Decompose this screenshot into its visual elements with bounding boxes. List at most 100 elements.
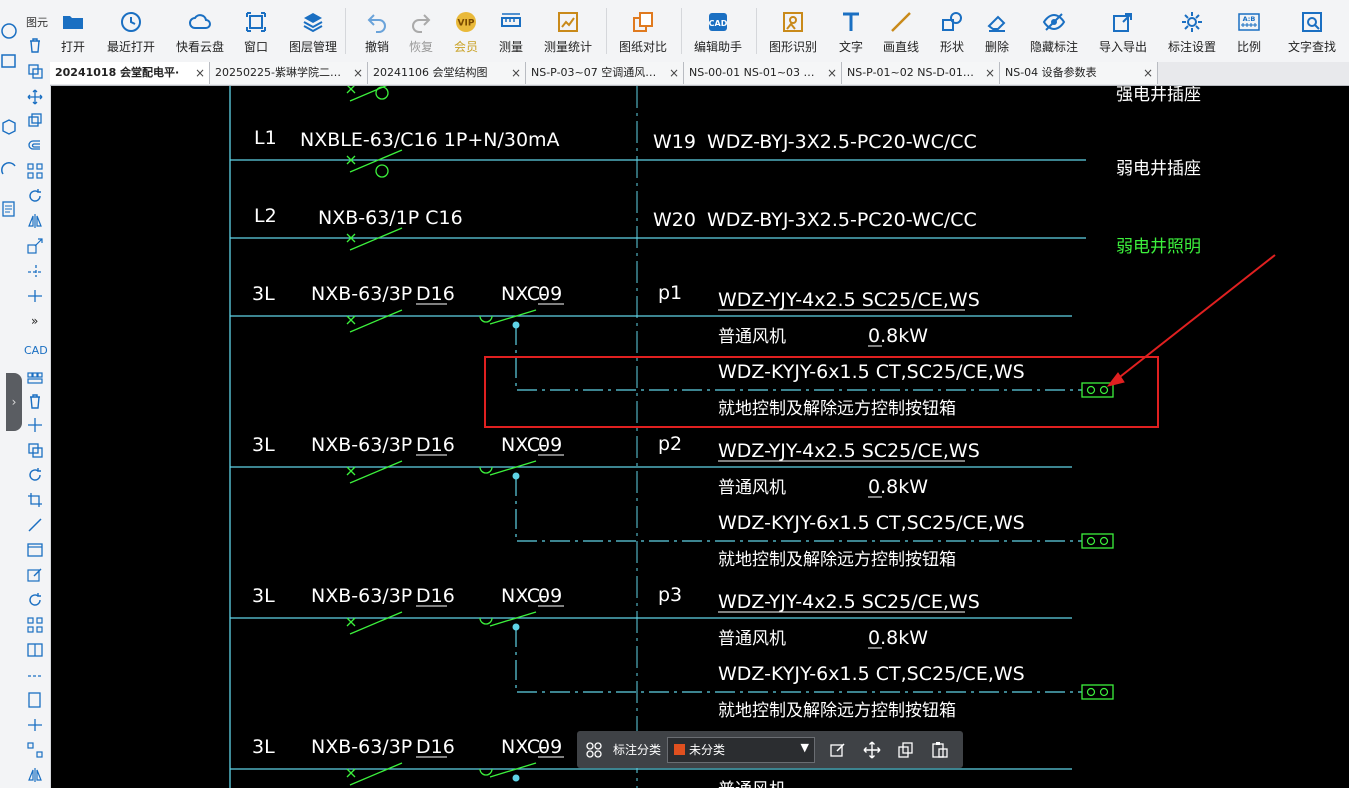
offset-tool-icon[interactable] [26,137,46,155]
copy-icon[interactable] [895,739,917,761]
cad-mirror-icon[interactable] [26,766,46,784]
close-icon[interactable]: × [827,62,837,84]
toolbar-btn-21[interactable]: A:B 比例 [1219,6,1279,58]
toolbar-btn-9[interactable]: 测量 [481,6,541,58]
side-panel-handle[interactable]: › [6,373,22,431]
toolbar-btn-12[interactable]: CAD 编辑助手 [688,6,748,58]
toolbar-btn-10[interactable]: 测量统计 [538,6,598,58]
cad-window-icon[interactable] [26,541,46,559]
rect-tool-icon[interactable] [0,52,20,70]
array-tool-icon[interactable] [26,162,46,180]
control-cable-spec: WDZ-KYJY-6x1.5 CT,SC25/CE,WS [718,663,1025,685]
motor-breaker-blade [349,460,403,484]
vip-badge-icon: VIP [456,12,476,32]
load-text: 普通风机 [718,327,786,347]
toolbar-separator [755,8,757,54]
expand-toggle[interactable]: » [31,314,38,328]
cad-drawing[interactable]: 强电井插座 L1 NXBLE-63/C16 1P+N/30mA W19 WDZ-BYJ-… [51,86,1349,788]
circuit-id: W19 [653,131,696,153]
cad-dashline-icon[interactable] [26,666,46,684]
arc-tool-icon[interactable] [0,160,20,178]
toolbar-btn-2[interactable]: 最近打开 [101,6,161,58]
document-tab[interactable]: 20241018 会堂配电平· × [50,62,210,84]
tab-label: 20241018 会堂配电平· [55,66,180,79]
trim-tool-icon[interactable] [26,262,46,280]
toolbar-btn-22[interactable]: 文字查找 [1282,6,1342,58]
cad-array2-icon[interactable] [26,741,46,759]
cad-page-icon[interactable] [26,691,46,709]
close-icon[interactable]: × [511,62,521,84]
cad-crop-icon[interactable] [26,491,46,509]
annotation-category-label: 标注分类 [613,743,662,757]
close-icon[interactable]: × [1143,62,1153,84]
cube-tool-icon[interactable] [0,118,20,136]
cad-move-icon[interactable] [26,416,46,434]
category-selected-value: 未分类 [689,743,726,757]
breaker-spec: NXB-63/3P [311,585,412,607]
grid-apps-icon[interactable] [583,739,605,761]
scale-tool-icon[interactable] [26,237,46,255]
document-tab[interactable]: 20241106 会堂结构图 × [368,62,526,84]
document-tool-icon[interactable] [0,200,20,218]
contactor-blade [489,460,537,476]
cad-split-icon[interactable] [26,641,46,659]
cad-edit-icon[interactable] [26,566,46,584]
cad-line-icon[interactable] [26,516,46,534]
cad-rotate-icon[interactable] [26,466,46,484]
toolbar-btn-11[interactable]: 图纸对比 [613,6,673,58]
power-rating: 0.8kW [868,476,928,498]
power-rating: 0.8kW [868,325,928,347]
toolbar-label: 恢复 [408,40,433,54]
document-tab[interactable]: NS-04 设备参数表 × [1000,62,1158,84]
mirror-tool-icon[interactable] [26,212,46,230]
eraser-icon [987,15,1006,32]
drawing-canvas[interactable]: 强电井插座 L1 NXBLE-63/C16 1P+N/30mA W19 WDZ-BYJ-… [51,86,1349,788]
document-tab[interactable]: NS-00-01 NS-01~03 … × [684,62,842,84]
toolbar-btn-19[interactable]: 导入导出 [1093,6,1153,58]
cad-delete-icon[interactable] [26,392,46,410]
contactor-arc [479,617,493,625]
document-tab[interactable]: NS-P-03~07 空调通风… × [526,62,684,84]
toolbar-btn-3[interactable]: 快看云盘 [170,6,230,58]
cad-axis-icon[interactable] [26,716,46,734]
extend-tool-icon[interactable] [26,287,46,305]
move-icon[interactable] [861,739,883,761]
cad-array-icon[interactable] [26,367,46,385]
main-toolbar: 打开 最近打开 快看云盘 窗口 图层管理 撤销 恢复 VIP 会员 测量 测量统计 图纸对比 CAD 编辑… [50,0,1349,63]
toolbar-btn-18[interactable]: 隐藏标注 [1024,6,1084,58]
rotate-tool-icon[interactable] [26,187,46,205]
toolbar-btn-5[interactable]: 图层管理 [283,6,343,58]
toolbar-label: 导入导出 [1098,40,1147,54]
toolbar-separator [680,8,682,54]
text-search-icon [1302,12,1322,32]
close-icon[interactable]: × [195,62,205,84]
cad-refresh-icon[interactable] [26,591,46,609]
toolbar-btn-1[interactable]: 打开 [43,6,103,58]
breaker-spec: NXB-63/1P C16 [318,207,463,229]
close-icon[interactable]: × [985,62,995,84]
control-cable-spec: WDZ-KYJY-6x1.5 CT,SC25/CE,WS [718,361,1025,383]
annotation-category-select[interactable]: 未分类 ▼ [667,736,816,763]
edit-icon[interactable] [827,739,849,761]
copy-tool-icon[interactable] [26,62,46,80]
toolbar-btn-20[interactable]: 标注设置 [1162,6,1222,58]
phase-label: 3L [252,434,275,456]
toolbar-btn-4[interactable]: 窗口 [226,6,286,58]
cad-grid-icon[interactable] [26,616,46,634]
duplicate-tool-icon[interactable] [26,112,46,130]
paste-icon[interactable] [929,739,951,761]
close-icon[interactable]: × [353,62,363,84]
circle-tool-icon[interactable] [0,22,20,40]
move-tool-icon[interactable] [26,88,46,106]
toolbar-btn-13[interactable]: 图形识别 [763,6,823,58]
button-circle [1086,536,1096,546]
close-icon[interactable]: × [669,62,679,84]
toolbar-btn-17[interactable]: 删除 [967,6,1027,58]
document-tab[interactable]: 20250225-紫琳学院二… × [210,62,368,84]
contactor-arc [479,466,493,474]
cad-copy-icon[interactable] [26,441,46,459]
annotation-settings-icon [1182,12,1202,32]
document-tab[interactable]: NS-P-01~02 NS-D-01… × [842,62,1000,84]
eye-hide-icon [1042,13,1066,31]
toolbar-label: 编辑助手 [693,40,742,54]
